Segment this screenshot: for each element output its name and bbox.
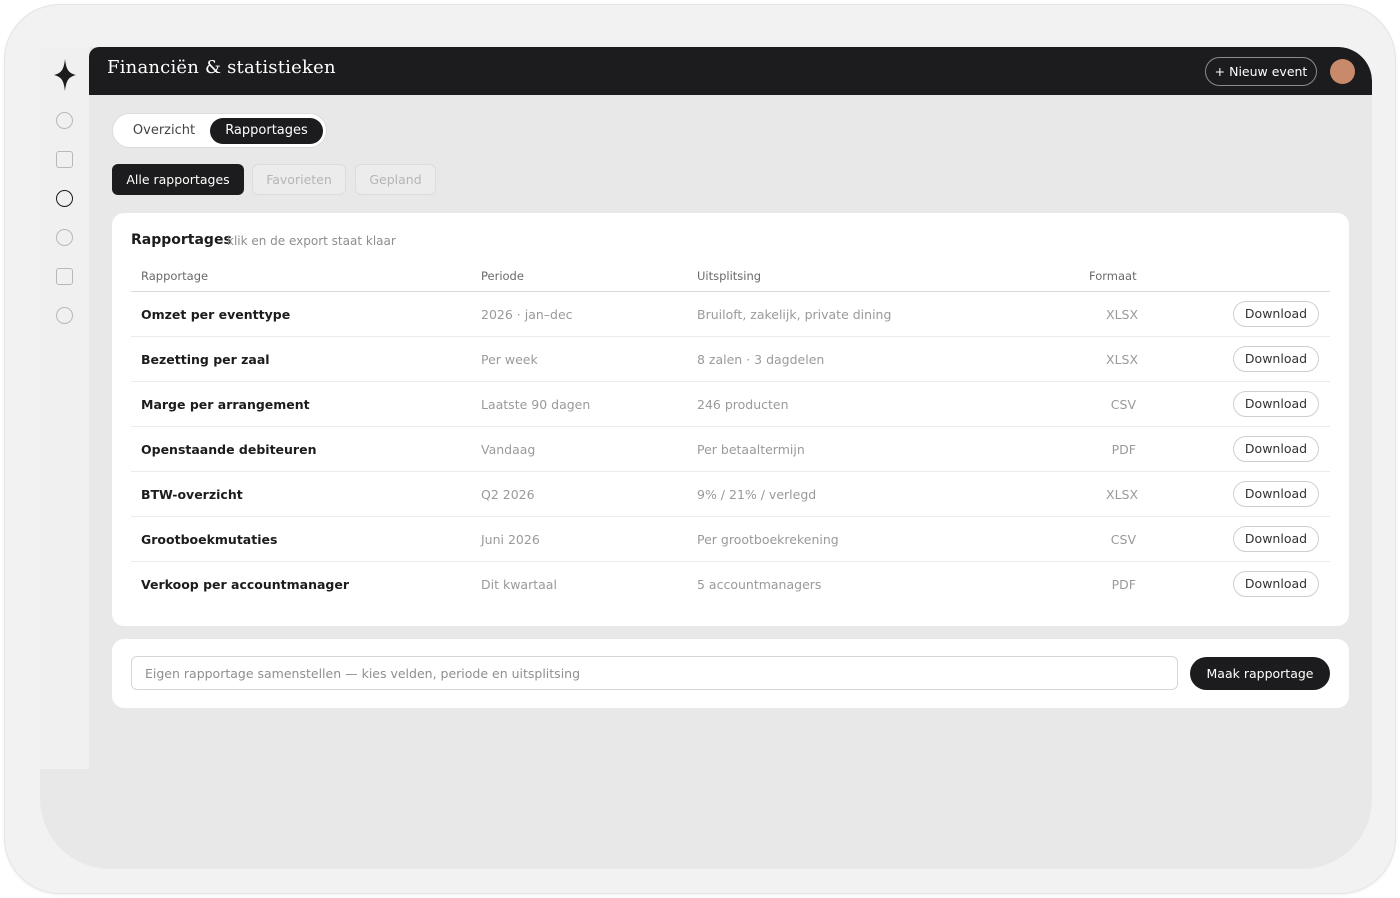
download-button[interactable]: Download [1233, 391, 1319, 417]
download-button[interactable]: Download [1233, 436, 1319, 462]
report-name: Bezetting per zaal [141, 352, 270, 367]
filter-favorieten[interactable]: Favorieten [252, 164, 346, 195]
report-format: PDF [1111, 442, 1136, 457]
report-format: XLSX [1106, 307, 1139, 322]
sidebar-item-circle-1[interactable] [56, 112, 73, 129]
table-row: BTW-overzicht Q2 2026 9% / 21% / verlegd… [131, 472, 1330, 517]
download-button[interactable]: Download [1233, 526, 1319, 552]
table-row: Bezetting per zaal Per week 8 zalen · 3 … [131, 337, 1330, 382]
report-split: 9% / 21% / verlegd [697, 487, 817, 502]
report-name: Grootboekmutaties [141, 532, 278, 547]
avatar[interactable] [1330, 59, 1355, 84]
report-period: Vandaag [481, 442, 536, 457]
table-row: Openstaande debiteuren Vandaag Per betaa… [131, 427, 1330, 472]
report-period: Q2 2026 [481, 487, 535, 502]
reports-card: Rapportages klik en de export staat klaa… [112, 213, 1349, 626]
filter-gepland[interactable]: Gepland [355, 164, 436, 195]
column-header-formaat: Formaat [1089, 269, 1137, 283]
reports-subtitle: klik en de export staat klaar [227, 234, 396, 248]
top-bar: Financiën & statistieken + Nieuw event [89, 47, 1372, 95]
table-row: Marge per arrangement Laatste 90 dagen 2… [131, 382, 1330, 427]
report-period: 2026 · jan–dec [481, 307, 573, 322]
sidebar-item-circle-active[interactable] [56, 190, 73, 207]
new-event-button[interactable]: + Nieuw event [1205, 57, 1317, 86]
report-name: Omzet per eventtype [141, 307, 291, 322]
report-split: 246 producten [697, 397, 789, 412]
filter-alle-rapportages[interactable]: Alle rapportages [112, 164, 244, 195]
report-split: Bruiloft, zakelijk, private dining [697, 307, 892, 322]
report-format: CSV [1110, 532, 1136, 547]
report-name: Marge per arrangement [141, 397, 310, 412]
download-button[interactable]: Download [1233, 571, 1319, 597]
report-split: Per grootboekrekening [697, 532, 839, 547]
report-period: Juni 2026 [481, 532, 540, 547]
device-frame: Financiën & statistieken + Nieuw event O… [4, 4, 1396, 894]
report-name: Verkoop per accountmanager [141, 577, 350, 592]
app-screen: Financiën & statistieken + Nieuw event O… [40, 47, 1372, 869]
report-format: XLSX [1106, 487, 1139, 502]
download-button[interactable]: Download [1233, 346, 1319, 372]
report-split: 5 accountmanagers [697, 577, 822, 592]
page-title: Financiën & statistieken [107, 57, 336, 78]
report-format: PDF [1111, 577, 1136, 592]
download-button[interactable]: Download [1233, 301, 1319, 327]
report-name: Openstaande debiteuren [141, 442, 317, 457]
reports-title: Rapportages [131, 232, 232, 248]
sidebar [40, 47, 89, 769]
table-row: Verkoop per accountmanager Dit kwartaal … [131, 562, 1330, 607]
sidebar-item-square-1[interactable] [56, 151, 73, 168]
column-header-rapportage: Rapportage [141, 269, 209, 283]
report-period: Laatste 90 dagen [481, 397, 591, 412]
report-format: XLSX [1106, 352, 1139, 367]
sidebar-item-square-2[interactable] [56, 268, 73, 285]
column-header-periode: Periode [481, 269, 524, 283]
sidebar-item-circle-2[interactable] [56, 229, 73, 246]
table-row: Grootboekmutaties Juni 2026 Per grootboe… [131, 517, 1330, 562]
report-format: CSV [1110, 397, 1136, 412]
tab-overzicht[interactable]: Overzicht [117, 118, 211, 144]
column-header-uitsplitsing: Uitsplitsing [697, 269, 762, 283]
make-report-button[interactable]: Maak rapportage [1190, 657, 1330, 690]
download-button[interactable]: Download [1233, 481, 1319, 507]
table-row: Omzet per eventtype 2026 · jan–dec Bruil… [131, 292, 1330, 337]
sidebar-item-circle-3[interactable] [56, 307, 73, 324]
view-tabs: Overzicht Rapportages [112, 113, 327, 148]
table-header: Rapportage Periode Uitsplitsing Formaat [131, 265, 1330, 292]
diamond-star-icon[interactable] [54, 59, 76, 91]
report-period: Dit kwartaal [481, 577, 557, 592]
report-builder: Maak rapportage [112, 639, 1349, 708]
custom-report-input[interactable] [131, 656, 1178, 690]
report-split: 8 zalen · 3 dagdelen [697, 352, 825, 367]
tab-rapportages[interactable]: Rapportages [210, 118, 323, 144]
report-period: Per week [481, 352, 538, 367]
report-name: BTW-overzicht [141, 487, 243, 502]
report-split: Per betaaltermijn [697, 442, 805, 457]
